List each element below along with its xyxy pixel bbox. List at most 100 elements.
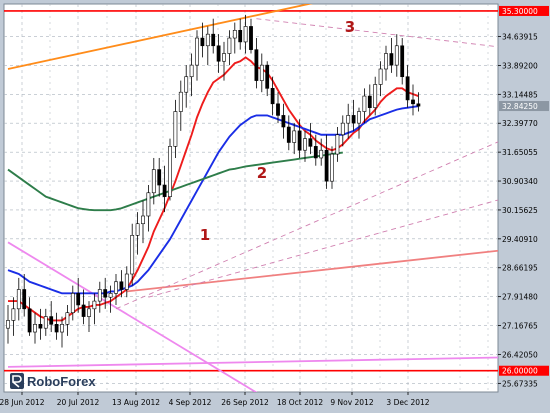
level-price-label: 26.00000 [502, 367, 538, 376]
candle-body [16, 289, 21, 310]
candle-body [189, 64, 194, 78]
candle-body [286, 126, 291, 143]
candle-body [200, 37, 205, 47]
candle-body [49, 316, 54, 325]
candle-body [303, 138, 307, 151]
candle-body [400, 45, 405, 78]
roboforex-logo: RoboForex [10, 373, 96, 389]
candle-body [259, 64, 264, 81]
x-tick-label: 3 Dec 2012 [386, 398, 429, 407]
candle-body [54, 324, 59, 333]
x-tick-label: 26 Sep 2012 [221, 398, 269, 407]
candle-body [157, 169, 162, 186]
candle-body [70, 293, 75, 313]
candle-body [81, 304, 86, 317]
y-tick-label: 34.63915 [502, 33, 538, 42]
current-price-label: 32.84250 [502, 102, 538, 111]
y-tick-label: 30.90340 [502, 177, 538, 186]
candle-body [205, 33, 210, 47]
candle-body [297, 130, 302, 151]
candle-body [33, 324, 37, 333]
candle-body [173, 111, 178, 147]
candle-body [135, 223, 140, 236]
logo-text: RoboForex [27, 374, 96, 389]
x-tick-label: 28 Jun 2012 [0, 398, 45, 407]
candle-body [292, 130, 297, 143]
candle-body [389, 53, 394, 66]
candle-body [60, 324, 64, 333]
wave-label: 3 [345, 18, 355, 36]
candle [168, 138, 172, 201]
x-tick-label: 18 Oct 2012 [277, 398, 324, 407]
candle-body [281, 115, 286, 128]
candle-body [38, 324, 43, 329]
x-tick-label: 20 Jul 2012 [57, 398, 100, 407]
candle-body [373, 84, 378, 108]
y-tick-label: 27.16765 [502, 322, 538, 331]
candle-body [405, 76, 410, 101]
chart-container: 34.63915 33.89200 33.14485 32.39770 31.65055… [0, 0, 550, 413]
y-tick-label: 29.40910 [502, 235, 538, 244]
candle-body [394, 45, 399, 66]
candle-body [222, 53, 226, 62]
candle-body [65, 312, 70, 325]
price-chart: 34.63915 33.89200 33.14485 32.39770 31.65055… [0, 3, 549, 407]
candle-body [43, 316, 48, 329]
candle-body [340, 122, 345, 136]
candle-body [195, 37, 199, 66]
candle-body [76, 293, 81, 306]
candle-body [11, 308, 16, 321]
candle-body [184, 76, 189, 93]
candle-body [162, 184, 167, 197]
candle-body [249, 26, 253, 50]
candle-body [146, 192, 151, 217]
x-tick-label: 9 Nov 2012 [330, 398, 373, 407]
candle-body [216, 45, 221, 62]
y-tick-label: 25.67335 [502, 379, 538, 388]
y-tick-label: 31.65055 [502, 148, 538, 157]
candle-body [324, 149, 329, 182]
candle-body [6, 320, 10, 329]
candle-body [265, 64, 270, 89]
candle-body [416, 103, 421, 107]
candle-body [27, 308, 32, 333]
candle-body [378, 68, 383, 85]
candle-body [270, 88, 275, 105]
y-tick-label: 33.14485 [502, 90, 538, 99]
y-tick-label: 26.42050 [502, 350, 538, 359]
candle-body [141, 215, 145, 225]
candle-body [313, 146, 318, 159]
candle-body [227, 37, 232, 54]
y-tick-label: 27.91480 [502, 293, 538, 302]
candle-body [411, 99, 415, 105]
candle-body [308, 138, 313, 147]
candle-body [130, 235, 135, 275]
candle-body [346, 115, 351, 124]
wave-label: 1 [200, 226, 210, 244]
y-tick-label: 33.89200 [502, 61, 538, 70]
x-tick-label: 4 Sep 2012 [169, 398, 212, 407]
wave-label: 2 [257, 164, 267, 182]
candle-body [367, 95, 372, 108]
y-tick-label: 32.39770 [502, 119, 538, 128]
y-tick-label: 28.66195 [502, 264, 538, 273]
candle-body [357, 111, 361, 124]
candle-body [92, 300, 97, 310]
candle-body [211, 33, 216, 47]
candle-body [330, 153, 334, 182]
candle-body [87, 308, 91, 317]
candle-body [97, 289, 102, 302]
candle-body [243, 26, 248, 43]
candle-body [22, 289, 27, 310]
candle-body [108, 293, 113, 298]
x-tick-label: 13 Aug 2012 [112, 398, 160, 407]
candle-body [232, 30, 237, 39]
candle-body [119, 281, 124, 290]
candle-body [238, 30, 243, 43]
candle-body [168, 146, 172, 197]
candle-body [254, 49, 259, 81]
candle-body [351, 115, 356, 124]
y-tick-label: 30.15625 [502, 206, 538, 215]
level-price-label: 35.30000 [502, 7, 538, 16]
candle-body [114, 281, 118, 294]
